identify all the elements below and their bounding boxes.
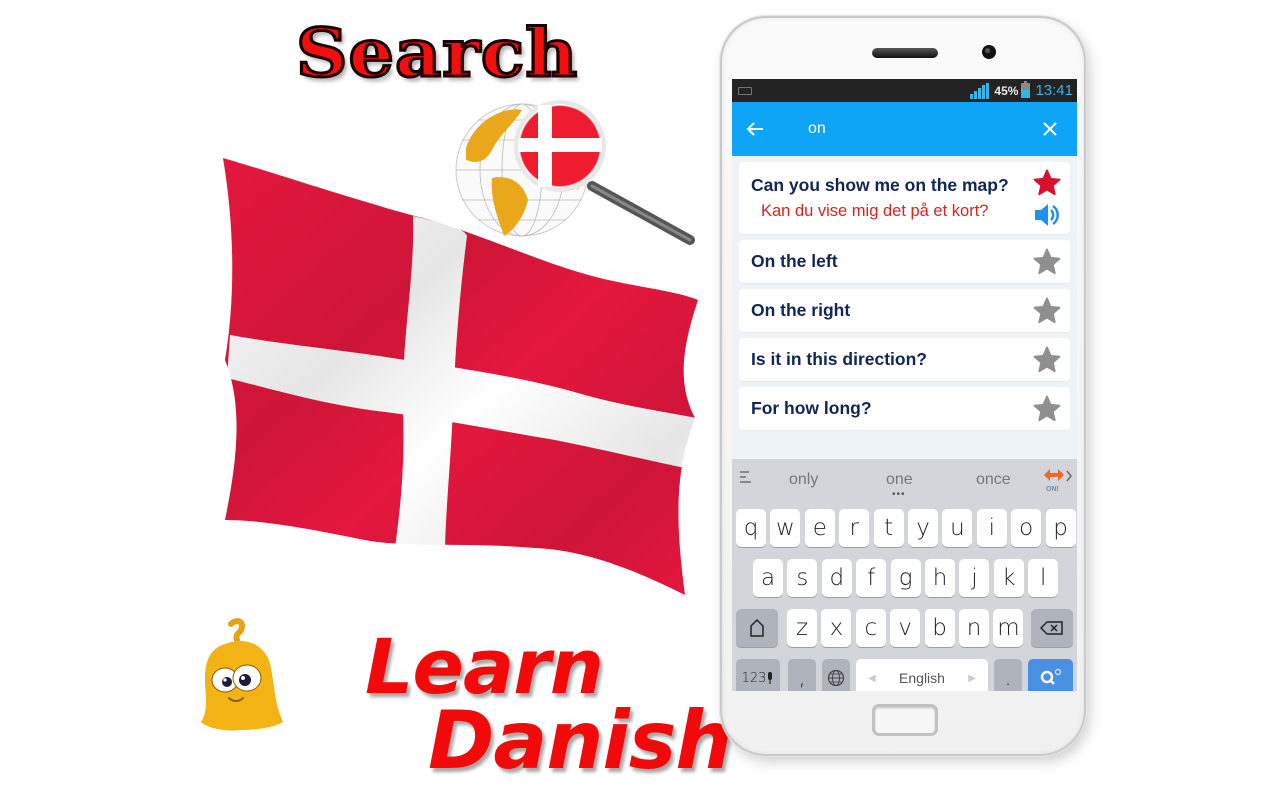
mascot-illustration: [195, 618, 295, 743]
home-button[interactable]: [872, 704, 938, 736]
space-key[interactable]: ◀ English ▶: [856, 659, 988, 691]
numbers-key-label: 123: [741, 670, 767, 686]
key-j[interactable]: j: [959, 559, 990, 597]
on-screen-keyboard: only one ••• once ON! 123 , ◀ English ▶ …: [732, 459, 1077, 691]
phone-screen: 45% 13:41 Can you show me: [732, 79, 1077, 691]
list-item[interactable]: On the left: [739, 240, 1070, 283]
suggestion-word[interactable]: only: [789, 471, 818, 489]
suggestion-word[interactable]: once: [976, 471, 1011, 489]
globe-icon: [827, 669, 845, 687]
star-filled-icon[interactable]: [1032, 168, 1062, 198]
suggestion-strip: only one ••• once ON!: [732, 459, 1077, 501]
key-a[interactable]: a: [753, 559, 783, 597]
phrase-english: Is it in this direction?: [751, 349, 927, 369]
promo-heading-danish: Danish: [428, 694, 732, 787]
suggestion-word[interactable]: one: [886, 471, 913, 489]
list-item[interactable]: Can you show me on the map? Kan du vise …: [739, 162, 1070, 234]
key-o[interactable]: o: [1011, 509, 1042, 547]
period-key[interactable]: .: [994, 659, 1022, 691]
language-prev-icon: ◀: [868, 672, 876, 684]
comma-key[interactable]: ,: [788, 659, 816, 691]
keyboard-menu-icon[interactable]: [740, 471, 752, 486]
phrase-danish: Kan du vise mig det på et kort?: [761, 202, 989, 220]
key-q[interactable]: q: [736, 509, 766, 547]
key-c[interactable]: c: [855, 609, 886, 647]
battery-percent: 45%: [994, 83, 1019, 98]
star-outline-icon[interactable]: [1032, 296, 1062, 326]
key-k[interactable]: k: [993, 559, 1024, 597]
space-key-label: English: [899, 670, 945, 686]
back-button[interactable]: [732, 102, 778, 156]
front-camera: [982, 45, 996, 59]
on-badge-label: ON!: [1046, 486, 1059, 493]
key-i[interactable]: i: [976, 509, 1007, 547]
phrase-english: Can you show me on the map?: [751, 175, 1009, 195]
key-t[interactable]: t: [873, 509, 904, 547]
earpiece-speaker: [872, 48, 938, 58]
promo-heading-search: Search: [294, 13, 579, 94]
speaker-icon[interactable]: [1033, 202, 1061, 228]
search-key[interactable]: [1028, 659, 1073, 691]
status-bar: 45% 13:41: [732, 79, 1077, 102]
key-h[interactable]: h: [925, 559, 955, 597]
backspace-key[interactable]: [1031, 609, 1073, 647]
key-z[interactable]: z: [787, 609, 817, 647]
list-item[interactable]: Is it in this direction?: [739, 338, 1070, 381]
star-outline-icon[interactable]: [1032, 394, 1062, 424]
more-suggestions-icon[interactable]: •••: [892, 489, 906, 500]
key-g[interactable]: g: [890, 559, 921, 597]
key-f[interactable]: f: [856, 559, 887, 597]
key-r[interactable]: r: [839, 509, 870, 547]
language-next-icon: ▶: [968, 672, 976, 684]
key-y[interactable]: y: [908, 509, 938, 547]
key-w[interactable]: w: [770, 509, 801, 547]
close-icon: [1043, 122, 1057, 136]
arrow-left-icon: [746, 122, 763, 136]
numbers-key[interactable]: 123: [736, 659, 780, 691]
shift-key[interactable]: [736, 609, 778, 647]
phrase-english: For how long?: [751, 398, 872, 418]
search-app-bar: [732, 102, 1077, 156]
phrase-english: On the left: [751, 251, 838, 271]
comma-key-label: ,: [798, 665, 806, 691]
search-input[interactable]: [808, 120, 1023, 138]
battery-charging-icon: [1021, 81, 1031, 98]
search-icon: [1040, 669, 1061, 685]
key-p[interactable]: p: [1045, 509, 1076, 547]
key-u[interactable]: u: [942, 509, 973, 547]
star-outline-icon[interactable]: [1032, 345, 1062, 375]
phrase-results-list: Can you show me on the map? Kan du vise …: [732, 156, 1077, 430]
language-key[interactable]: [822, 659, 850, 691]
microphone-icon: [768, 672, 773, 684]
status-clock: 13:41: [1035, 82, 1073, 99]
key-n[interactable]: n: [959, 609, 989, 647]
key-m[interactable]: m: [993, 609, 1024, 647]
clear-search-button[interactable]: [1023, 102, 1077, 156]
star-outline-icon[interactable]: [1032, 247, 1062, 277]
double-arrow-icon: ON!: [1044, 469, 1072, 493]
key-s[interactable]: s: [787, 559, 818, 597]
translate-toggle-button[interactable]: ON!: [1041, 465, 1073, 495]
list-item[interactable]: On the right: [739, 289, 1070, 332]
signal-icon: [970, 82, 990, 99]
key-v[interactable]: v: [890, 609, 921, 647]
list-item[interactable]: For how long?: [739, 387, 1070, 430]
phrase-english: On the right: [751, 300, 851, 320]
keyboard-indicator-icon: [738, 86, 752, 95]
backspace-icon: [1040, 621, 1063, 635]
key-e[interactable]: e: [804, 509, 835, 547]
period-key-label: .: [1004, 665, 1012, 691]
key-l[interactable]: l: [1028, 559, 1059, 597]
key-d[interactable]: d: [821, 559, 852, 597]
key-x[interactable]: x: [821, 609, 852, 647]
shift-icon: [750, 618, 764, 637]
phone-frame: 45% 13:41 Can you show me: [720, 16, 1086, 756]
key-b[interactable]: b: [924, 609, 955, 647]
globe-magnifier-illustration: [452, 90, 702, 250]
